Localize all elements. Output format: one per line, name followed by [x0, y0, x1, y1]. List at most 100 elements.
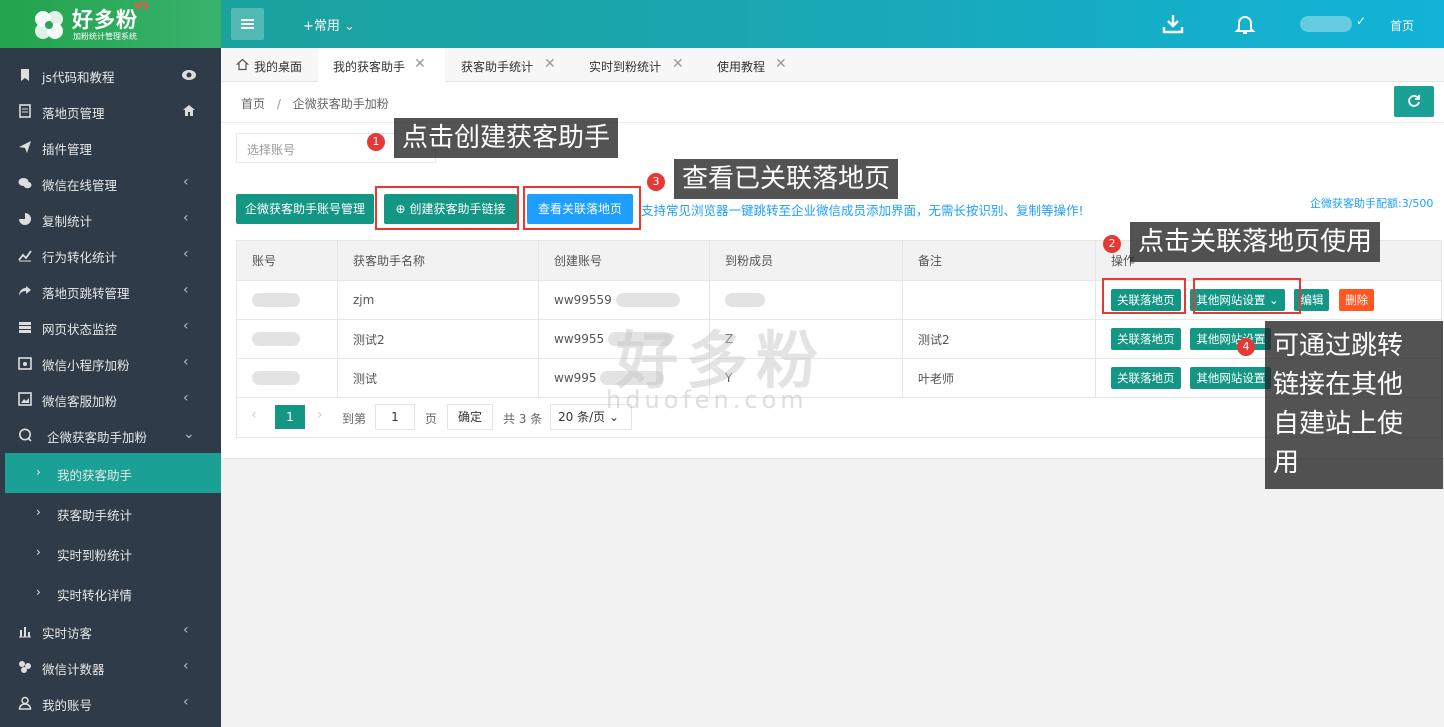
user-avatar[interactable]: [1300, 16, 1352, 32]
sidebar-item-label: 微信客服加粉: [42, 394, 118, 409]
sidebar-item-label: 落地页跳转管理: [42, 286, 130, 301]
download-icon[interactable]: [1161, 12, 1185, 36]
sidebar-item-label: 微信小程序加粉: [42, 358, 130, 373]
sidebar-item-wechat-online[interactable]: 微信在线管理 ‹: [0, 165, 221, 201]
page-current[interactable]: 1: [275, 405, 305, 429]
refresh-button[interactable]: [1394, 86, 1434, 117]
bell-icon[interactable]: [1233, 12, 1257, 36]
blurred-value: [252, 332, 300, 347]
home-icon: [236, 58, 249, 71]
sidebar-subitem-assistant-stats[interactable]: › 获客助手统计: [0, 493, 221, 533]
sidebar-item-landing-page[interactable]: 落地页管理: [0, 93, 221, 129]
sidebar-item-label: 实时访客: [42, 626, 93, 641]
sidebar-subitem-my-assistant[interactable]: › 我的获客助手: [5, 453, 221, 493]
breadcrumb-home[interactable]: 首页: [241, 97, 265, 111]
sidebar-item-label: 行为转化统计: [42, 250, 118, 265]
tab-label: 我的桌面: [254, 60, 303, 74]
document-icon: [19, 104, 31, 118]
sidebar-item-plugins[interactable]: 插件管理: [0, 129, 221, 165]
sidebar-item-mini-program[interactable]: 微信小程序加粉 ‹: [0, 345, 221, 381]
tab-realtime-fans[interactable]: 实时到粉统计 ✕: [573, 48, 701, 82]
watermark-domain: hduofen.com: [606, 386, 808, 414]
tab-my-assistant[interactable]: 我的获客助手 ✕: [318, 48, 445, 82]
close-icon[interactable]: ✕: [414, 56, 426, 72]
col-account: 账号: [236, 240, 338, 281]
other-site-settings-button[interactable]: 其他网站设置: [1190, 328, 1272, 350]
clover-logo-icon: [35, 11, 63, 39]
tab-label: 实时到粉统计: [589, 60, 662, 74]
chevron-left-icon: ‹: [183, 658, 189, 674]
blurred-value: [252, 371, 300, 386]
tab-label: 我的获客助手: [333, 60, 406, 74]
share-icon: [19, 286, 31, 296]
sidebar-item-conversion[interactable]: 行为转化统计 ‹: [0, 237, 221, 273]
sidebar-item-customer-service[interactable]: 微信客服加粉 ‹: [0, 381, 221, 417]
total-count: 共 3 条: [503, 412, 543, 426]
table-row: 测试2 ww9955 Z 测试2 关联落地页 其他网站设置: [236, 319, 1442, 359]
home-link[interactable]: 首页: [1390, 17, 1414, 34]
tab-assistant-stats[interactable]: 获客助手统计 ✕: [445, 48, 573, 82]
chat-icon: [19, 428, 32, 442]
common-menu-dropdown[interactable]: +常用 ⌄: [303, 15, 355, 34]
tab-my-desktop[interactable]: 我的桌面: [221, 48, 318, 82]
chevron-down-icon[interactable]: ✓: [1356, 14, 1366, 28]
annotation-badge-4: 4: [1237, 338, 1255, 356]
close-icon[interactable]: ✕: [544, 56, 556, 72]
chevron-left-icon: ‹: [183, 390, 189, 406]
goto-confirm-button[interactable]: 确定: [447, 404, 493, 430]
cell-account: [236, 280, 338, 320]
chevron-down-icon: ⌄: [183, 426, 195, 442]
sidebar: js代码和教程 落地页管理 插件管理 微信在线管理 ‹ 复制统计 ‹ 行为转化统…: [0, 48, 221, 727]
delete-button[interactable]: 删除: [1339, 289, 1375, 311]
brand-version: V5: [134, 1, 149, 12]
refresh-icon: [1408, 95, 1420, 107]
annotation-badge-2: 2: [1103, 235, 1121, 253]
annotation-line: 自建站上使: [1273, 409, 1404, 439]
sidebar-item-realtime-visitors[interactable]: 实时访客 ‹: [0, 613, 221, 649]
blurred-value: [252, 293, 300, 308]
goto-label: 到第: [342, 412, 367, 426]
sidebar-item-copy-stats[interactable]: 复制统计 ‹: [0, 201, 221, 237]
sidebar-item-label: 企微获客助手加粉: [47, 430, 148, 445]
quota-text: 企微获客助手配额:3/500: [1310, 197, 1434, 210]
goto-page-input[interactable]: 1: [375, 404, 415, 430]
annotation-line: 用: [1273, 448, 1300, 478]
chevron-down-icon: ⌄: [344, 19, 355, 34]
creator-text: ww995: [554, 370, 597, 385]
link-page-button[interactable]: 关联落地页: [1111, 328, 1181, 350]
sidebar-subitem-realtime-conversion[interactable]: › 实时转化详情: [0, 573, 221, 613]
assistant-table: 账号 获客助手名称 创建账号 到粉成员 备注 操作 zjm ww99559 关联…: [236, 240, 1442, 398]
sidebar-subitem-realtime-fans[interactable]: › 实时到粉统计: [0, 533, 221, 573]
logo-area[interactable]: 好多粉 V5 加粉统计管理系统: [0, 0, 221, 48]
line-chart-icon: [18, 250, 32, 262]
chevron-left-icon[interactable]: ‹: [251, 407, 257, 423]
cell-note: [902, 280, 1096, 320]
sidebar-item-my-account[interactable]: 我的账号 ‹: [0, 685, 221, 721]
link-page-button[interactable]: 关联落地页: [1111, 367, 1181, 389]
manage-accounts-button[interactable]: 企微获客助手账号管理: [236, 194, 374, 224]
tab-label: 使用教程: [717, 60, 766, 74]
top-bar: 好多粉 V5 加粉统计管理系统 +常用 ⌄ ✓ 首页: [0, 0, 1444, 48]
sidebar-item-monitor[interactable]: 网页状态监控 ‹: [0, 309, 221, 345]
menu-toggle-button[interactable]: [231, 8, 264, 40]
annotation-box-other-site: [1193, 278, 1301, 314]
sidebar-item-redirect[interactable]: 落地页跳转管理 ‹: [0, 273, 221, 309]
chevron-left-icon: ‹: [183, 622, 189, 638]
user-icon: [18, 696, 32, 710]
chevron-right-icon: ›: [36, 465, 41, 479]
annotation-callout-2: 点击关联落地页使用: [1130, 222, 1381, 262]
sidebar-subitem-label: 实时到粉统计: [57, 548, 133, 563]
tab-tutorial[interactable]: 使用教程 ✕: [701, 48, 801, 82]
breadcrumb-current: 企微获客助手加粉: [292, 97, 389, 111]
close-icon[interactable]: ✕: [775, 56, 787, 72]
other-site-label: 其他网站设置: [1196, 371, 1266, 385]
sidebar-item-js-code[interactable]: js代码和教程: [0, 57, 221, 93]
wechat-icon: [18, 178, 32, 189]
sidebar-item-wecom-assistant[interactable]: 企微获客助手加粉 ⌄: [0, 417, 221, 453]
close-icon[interactable]: ✕: [672, 56, 684, 72]
sidebar-item-wechat-counter[interactable]: 微信计数器 ‹: [0, 649, 221, 685]
chevron-right-icon[interactable]: ›: [317, 407, 323, 423]
chevron-right-icon: ›: [36, 505, 41, 519]
other-site-settings-button[interactable]: 其他网站设置: [1190, 367, 1272, 389]
annotation-badge-3: 3: [647, 173, 665, 191]
